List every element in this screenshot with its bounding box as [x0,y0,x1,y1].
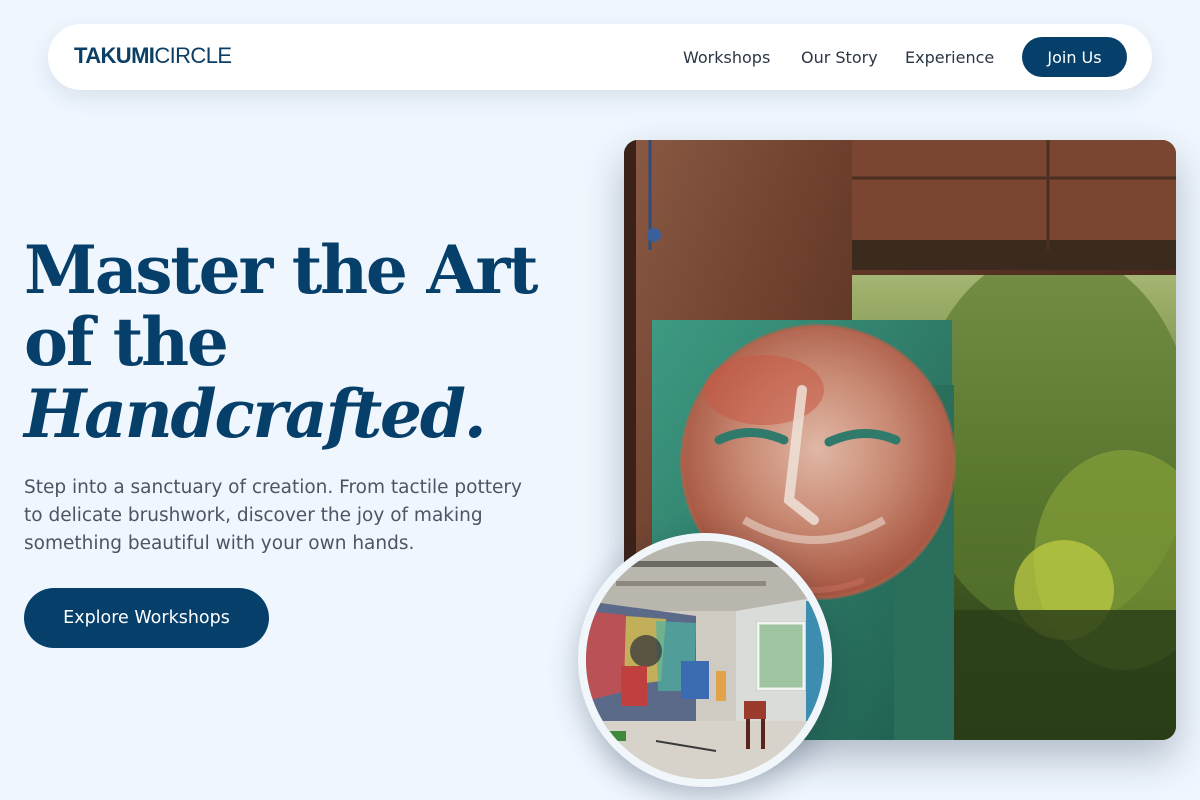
nav-link-experience[interactable]: Experience [905,48,994,67]
join-us-button[interactable]: Join Us [1022,37,1127,77]
headline-line-3: Handcrafted. [24,375,487,453]
nav-link-workshops[interactable]: Workshops [683,48,770,67]
headline-line-2: of the [24,303,229,381]
hero-inset-image [578,533,832,787]
explore-workshops-button[interactable]: Explore Workshops [24,588,269,648]
graffiti-art-studio-illustration [586,541,824,779]
hero-description: Step into a sanctuary of creation. From … [24,477,522,554]
headline-line-1: Master the Art [24,231,539,309]
top-navbar: TAKUMICIRCLE Workshops Our Story Experie… [48,24,1152,90]
brand-name-light: CIRCLE [154,43,232,68]
brand-name-bold: TAKUMI [74,43,155,68]
nav-link-our-story[interactable]: Our Story [801,48,878,67]
brand-logo[interactable]: TAKUMICIRCLE [74,43,232,69]
hero-headline: Master the Art of the Handcrafted. [24,231,539,453]
